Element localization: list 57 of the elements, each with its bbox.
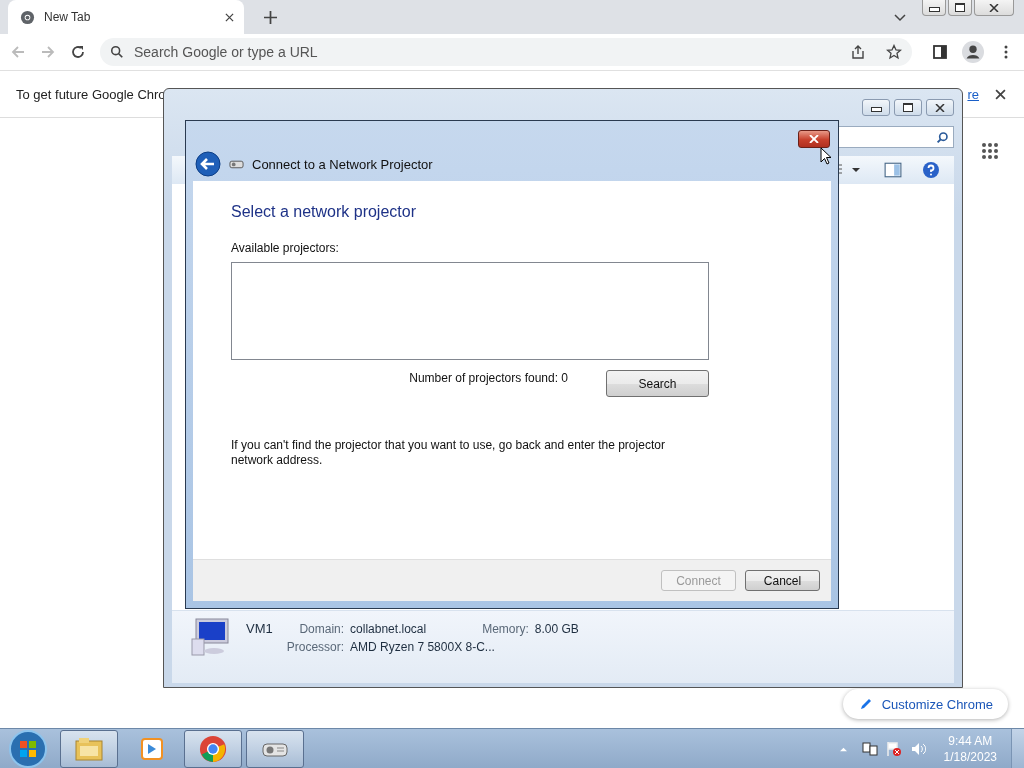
apps-grid-icon[interactable] (981, 142, 999, 160)
flag-icon[interactable] (885, 741, 902, 757)
preview-pane-icon[interactable] (884, 161, 902, 179)
close-icon (935, 103, 945, 112)
network-icon[interactable] (861, 741, 878, 757)
dialog-title: Connect to a Network Projector (252, 156, 433, 172)
field-value: 8.00 GB (534, 622, 579, 636)
close-button[interactable] (974, 0, 1014, 16)
browser-icon (198, 735, 228, 763)
share-icon[interactable] (850, 44, 866, 60)
field-label: Domain: (298, 622, 345, 636)
search-icon (936, 130, 949, 144)
back-button[interactable] (195, 151, 221, 177)
browser-tab[interactable]: New Tab (8, 0, 244, 34)
pencil-icon (858, 697, 873, 711)
star-icon[interactable] (886, 44, 902, 60)
close-icon[interactable] (995, 88, 1006, 100)
restore-button[interactable] (948, 0, 972, 16)
close-icon (989, 3, 999, 12)
reload-icon[interactable] (70, 44, 86, 60)
maximize-button[interactable] (894, 99, 922, 116)
chrome-logo-icon (20, 9, 35, 25)
taskbar-app-button[interactable] (184, 730, 242, 768)
search-icon (110, 45, 124, 59)
customize-chrome-button[interactable]: Customize Chrome (842, 689, 1008, 719)
field-value: collabnet.local (350, 622, 427, 636)
projector-icon (229, 159, 244, 169)
chevron-down-icon[interactable] (894, 14, 906, 22)
minimize-button[interactable] (862, 99, 890, 116)
help-icon[interactable] (922, 161, 940, 179)
close-button[interactable] (798, 130, 830, 148)
profile-icon[interactable] (962, 41, 984, 63)
new-tab-icon[interactable] (264, 11, 277, 24)
side-panel-icon[interactable] (932, 44, 948, 60)
dialog-button[interactable]: Cancel (745, 570, 820, 591)
computer-name: VM1 (246, 621, 273, 636)
hint-text: If you can't find the projector that you want to use, go back and enter the projector network address. (231, 438, 666, 468)
projector-list[interactable] (231, 262, 709, 360)
start-button[interactable] (8, 729, 48, 768)
projector-count: Number of projectors found: 0 (409, 371, 568, 385)
taskbar-app-button[interactable] (246, 730, 304, 768)
list-label: Available projectors: (231, 241, 340, 255)
taskbar-app-button[interactable] (60, 730, 118, 768)
infobar-link[interactable]: re (967, 86, 979, 102)
close-icon[interactable] (225, 12, 234, 22)
field-label: Memory: (482, 622, 529, 636)
folder-icon (74, 735, 104, 763)
field-label: Processor: (286, 640, 345, 654)
tab-title: New Tab (44, 10, 92, 24)
address-field[interactable]: Search Google or type a URL (132, 43, 436, 61)
page-heading: Select a network projector (231, 203, 417, 221)
mouse-cursor-icon (820, 147, 832, 165)
field-value: AMD Ryzen 7 5800X 8-C... (350, 640, 496, 654)
minimize-button[interactable] (922, 0, 946, 16)
search-button[interactable]: Search (606, 370, 709, 397)
close-icon (809, 135, 819, 143)
close-button[interactable] (926, 99, 954, 116)
